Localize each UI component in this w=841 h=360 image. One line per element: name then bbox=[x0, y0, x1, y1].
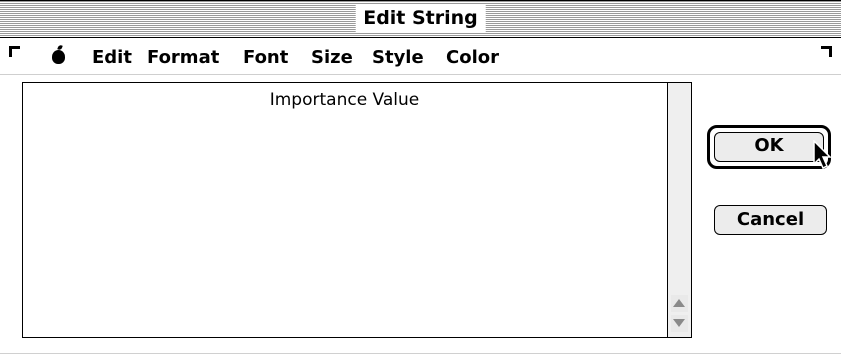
top-left-corner-marker bbox=[9, 46, 20, 57]
menu-style[interactable]: Style bbox=[372, 47, 424, 69]
top-right-corner-marker bbox=[821, 46, 832, 57]
menu-edit[interactable]: Edit bbox=[92, 47, 132, 69]
arrow-up-icon bbox=[673, 299, 685, 307]
apple-menu-icon[interactable] bbox=[52, 50, 65, 64]
menu-color[interactable]: Color bbox=[446, 47, 499, 69]
edit-string-window: Edit String Edit Format Font Size Style … bbox=[0, 0, 841, 360]
cancel-button[interactable]: Cancel bbox=[714, 205, 827, 235]
arrow-down-icon bbox=[673, 319, 685, 327]
ok-button-label: OK bbox=[714, 132, 824, 162]
string-text-area[interactable]: Importance Value bbox=[22, 82, 692, 338]
vertical-scrollbar[interactable] bbox=[667, 83, 691, 337]
bottom-divider bbox=[0, 353, 841, 354]
window-title: Edit String bbox=[355, 5, 486, 32]
title-bar[interactable]: Edit String bbox=[0, 0, 841, 38]
menu-font[interactable]: Font bbox=[243, 47, 288, 69]
menu-size[interactable]: Size bbox=[311, 47, 353, 69]
scroll-down-button[interactable] bbox=[671, 315, 688, 332]
scroll-up-button[interactable] bbox=[671, 295, 688, 312]
string-text: Importance Value bbox=[269, 90, 420, 110]
menu-bar: Edit Format Font Size Style Color bbox=[0, 38, 841, 75]
menu-format[interactable]: Format bbox=[147, 47, 219, 69]
mouse-pointer-icon bbox=[813, 140, 832, 170]
